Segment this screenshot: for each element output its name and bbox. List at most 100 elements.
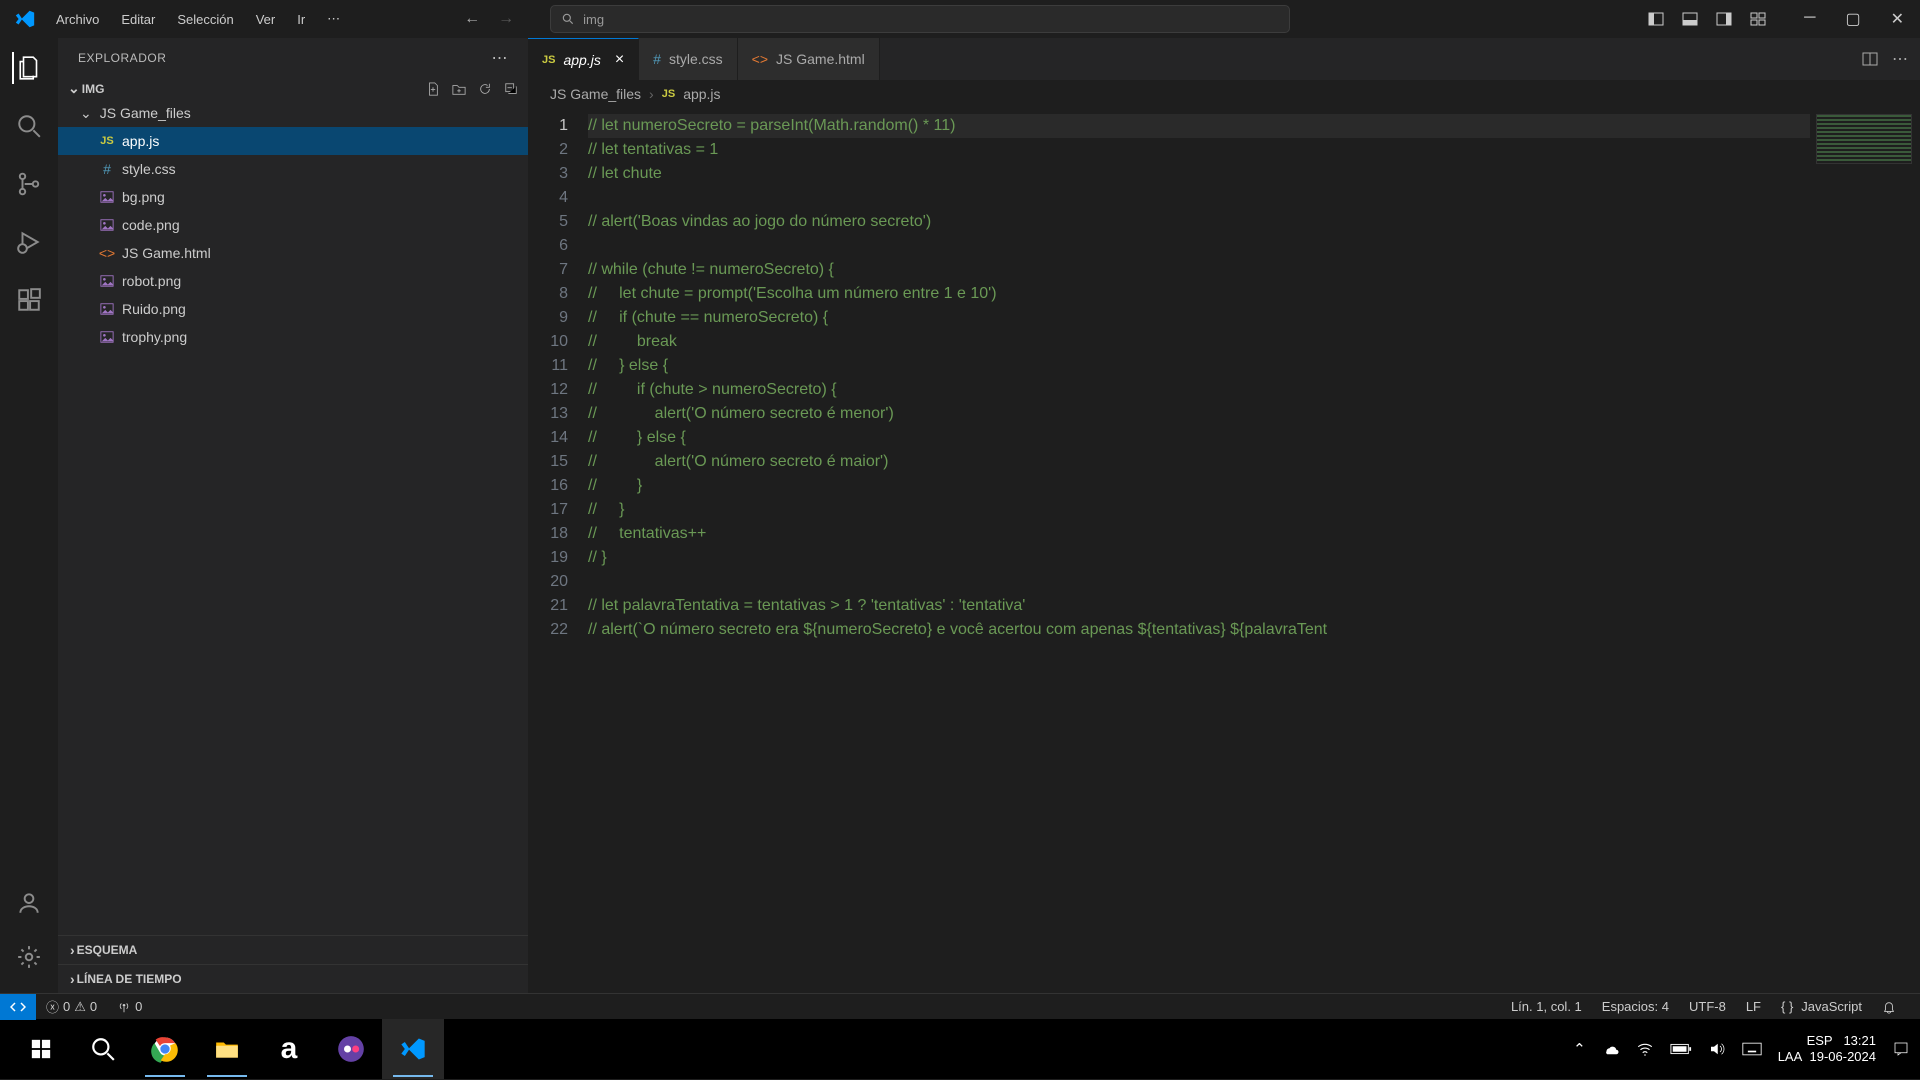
activity-bar <box>0 38 58 993</box>
css-file-icon: # <box>98 161 116 177</box>
file-row[interactable]: # style.css <box>58 155 528 183</box>
code-editor[interactable]: // let numeroSecreto = parseInt(Math.ran… <box>588 108 1810 993</box>
js-file-icon: JS <box>542 54 555 66</box>
tray-wifi-icon[interactable] <box>1636 1040 1654 1058</box>
toggle-panel-right-icon[interactable] <box>1716 11 1732 27</box>
window-minimize-icon[interactable]: ─ <box>1804 9 1815 29</box>
customize-layout-icon[interactable] <box>1750 11 1766 27</box>
file-name: code.png <box>122 217 180 233</box>
file-row[interactable]: code.png <box>58 211 528 239</box>
toggle-panel-left-icon[interactable] <box>1648 11 1664 27</box>
nav-forward-icon[interactable]: → <box>498 10 514 28</box>
editor-tab[interactable]: <>JS Game.html <box>738 38 880 80</box>
window-close-icon[interactable]: ✕ <box>1891 9 1904 29</box>
status-notifications-icon[interactable] <box>1872 999 1906 1014</box>
activity-settings-icon[interactable] <box>13 941 45 973</box>
taskbar-explorer-icon[interactable] <box>196 1019 258 1079</box>
file-row[interactable]: trophy.png <box>58 323 528 351</box>
timeline-panel[interactable]: › LÍNEA DE TIEMPO <box>58 964 528 993</box>
file-row[interactable]: JSapp.js <box>58 127 528 155</box>
menu-seleccion[interactable]: Selección <box>169 8 241 31</box>
window-maximize-icon[interactable]: ▢ <box>1845 9 1860 29</box>
activity-search-icon[interactable] <box>13 110 45 142</box>
file-row[interactable]: robot.png <box>58 267 528 295</box>
collapse-all-icon[interactable] <box>504 82 518 96</box>
outline-panel[interactable]: › ESQUEMA <box>58 935 528 964</box>
taskbar-chrome-icon[interactable] <box>134 1019 196 1079</box>
new-file-icon[interactable] <box>426 82 440 96</box>
image-file-icon <box>98 274 116 288</box>
taskbar-amazon-icon[interactable]: a <box>258 1019 320 1079</box>
chevron-down-icon: ⌄ <box>80 105 92 122</box>
new-folder-icon[interactable] <box>452 82 466 96</box>
editor-area: JSapp.js×#style.css<>JS Game.html ⋯ JS G… <box>528 38 1920 993</box>
search-text: img <box>583 12 604 27</box>
activity-extensions-icon[interactable] <box>13 284 45 316</box>
status-indent[interactable]: Espacios: 4 <box>1592 999 1679 1014</box>
explorer-title: EXPLORADOR <box>78 51 166 65</box>
chevron-right-icon: › <box>70 971 75 987</box>
folder-root[interactable]: ⌄ IMG <box>58 78 528 99</box>
activity-explorer-icon[interactable] <box>12 52 44 84</box>
split-editor-icon[interactable] <box>1862 51 1878 67</box>
menu-ir[interactable]: Ir <box>289 8 313 31</box>
activity-debug-icon[interactable] <box>13 226 45 258</box>
folder-subfolder[interactable]: ⌄ JS Game_files <box>58 99 528 127</box>
status-encoding[interactable]: UTF-8 <box>1679 999 1736 1014</box>
start-menu-icon[interactable] <box>10 1019 72 1079</box>
breadcrumbs[interactable]: JS Game_files › JS app.js <box>528 80 1920 108</box>
taskbar-app-icon[interactable] <box>320 1019 382 1079</box>
file-row[interactable]: <> JS Game.html <box>58 239 528 267</box>
warning-icon: ⚠ <box>74 999 86 1015</box>
image-file-icon <box>98 302 116 316</box>
tray-expand-icon[interactable]: ⌃ <box>1573 1040 1586 1058</box>
file-name: robot.png <box>122 273 181 289</box>
minimap[interactable] <box>1810 108 1920 993</box>
image-file-icon <box>98 330 116 344</box>
file-name: Ruido.png <box>122 301 186 317</box>
image-file-icon <box>98 190 116 204</box>
explorer-sidebar: EXPLORADOR ⋯ ⌄ IMG ⌄ JS Game_files JSapp… <box>58 38 528 993</box>
tab-label: style.css <box>669 51 723 67</box>
js-file-icon: JS <box>662 88 675 100</box>
file-row[interactable]: Ruido.png <box>58 295 528 323</box>
menu-archivo[interactable]: Archivo <box>48 8 107 31</box>
menu-ver[interactable]: Ver <box>248 8 284 31</box>
tray-onedrive-icon[interactable] <box>1602 1040 1620 1058</box>
status-language[interactable]: { }JavaScript <box>1771 999 1872 1014</box>
nav-back-icon[interactable]: ← <box>464 10 480 28</box>
file-name: app.js <box>122 133 159 149</box>
explorer-more-icon[interactable]: ⋯ <box>492 48 509 68</box>
chevron-down-icon: ⌄ <box>68 80 80 97</box>
status-eol[interactable]: LF <box>1736 999 1771 1014</box>
taskbar-search-icon[interactable] <box>72 1019 134 1079</box>
status-ports[interactable]: 0 <box>107 999 152 1014</box>
menu-editar[interactable]: Editar <box>113 8 163 31</box>
file-name: trophy.png <box>122 329 187 345</box>
activity-account-icon[interactable] <box>13 887 45 919</box>
command-center[interactable]: img <box>550 5 1290 33</box>
menu-more-icon[interactable]: ⋯ <box>319 7 348 31</box>
tray-notifications-icon[interactable] <box>1892 1040 1910 1058</box>
tray-locale-clock[interactable]: ESP 13:21 LAA 19-06-2024 <box>1778 1033 1876 1065</box>
editor-more-icon[interactable]: ⋯ <box>1892 49 1908 69</box>
file-name: JS Game.html <box>122 245 211 261</box>
toggle-panel-bottom-icon[interactable] <box>1682 11 1698 27</box>
taskbar-vscode-icon[interactable] <box>382 1019 444 1079</box>
editor-tab[interactable]: JSapp.js× <box>528 38 639 80</box>
file-name: style.css <box>122 161 176 177</box>
html-file-icon: <> <box>98 245 116 261</box>
tray-volume-icon[interactable] <box>1708 1040 1726 1058</box>
editor-tab[interactable]: #style.css <box>639 38 737 80</box>
status-problems[interactable]: ⓧ0 ⚠0 <box>36 997 107 1016</box>
remote-icon[interactable] <box>0 994 36 1020</box>
tab-close-icon[interactable]: × <box>615 51 624 69</box>
file-row[interactable]: bg.png <box>58 183 528 211</box>
antenna-icon <box>117 1000 131 1014</box>
tray-keyboard-icon[interactable] <box>1742 1042 1762 1056</box>
status-cursor[interactable]: Lín. 1, col. 1 <box>1501 999 1592 1014</box>
activity-scm-icon[interactable] <box>13 168 45 200</box>
refresh-icon[interactable] <box>478 82 492 96</box>
error-icon: ⓧ <box>46 997 59 1016</box>
tray-battery-icon[interactable] <box>1670 1042 1692 1056</box>
